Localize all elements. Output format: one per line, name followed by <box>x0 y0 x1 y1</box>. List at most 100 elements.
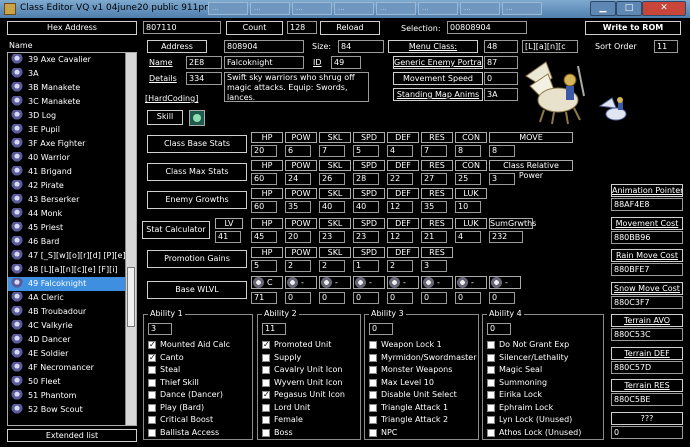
generic-portrait-input[interactable]: 87 <box>484 56 518 69</box>
checkbox[interactable] <box>369 403 377 412</box>
movement-speed-input[interactable]: 0 <box>484 72 518 85</box>
name-text-input[interactable]: Falcoknight <box>224 56 304 69</box>
stat-input[interactable]: 4 <box>387 145 413 157</box>
ability-checkbox[interactable]: Cavalry Unit Icon <box>262 364 342 376</box>
ghost-tab[interactable]: ... <box>292 2 332 15</box>
stat-input[interactable]: 35 <box>421 201 447 213</box>
ability-checkbox[interactable]: Mounted Aid Calc <box>148 339 230 351</box>
hardcoding-link[interactable]: [HardCoding] <box>145 92 198 105</box>
weapon-rank-input[interactable]: 0 <box>319 292 345 304</box>
list-item[interactable]: 3F Axe Fighter <box>8 137 136 151</box>
details-text[interactable]: Swift sky warriors who shrug off magic a… <box>224 72 369 102</box>
list-item[interactable]: 3E Pupil <box>8 123 136 137</box>
stat-input[interactable]: 23 <box>319 231 345 243</box>
weapon-rank-input[interactable]: 0 <box>421 292 447 304</box>
ability-checkbox[interactable]: Pegasus Unit Icon <box>262 389 345 401</box>
stat-input[interactable]: 2 <box>319 260 345 272</box>
ability-checkbox[interactable]: Max Level 10 <box>369 377 434 389</box>
checkbox[interactable] <box>262 366 270 374</box>
weapon-rank-input[interactable]: 0 <box>455 292 481 304</box>
checkbox[interactable] <box>369 341 377 349</box>
list-item[interactable]: 3C Manakete <box>8 95 136 109</box>
pointer-label[interactable]: Terrain AVO <box>611 314 683 327</box>
stat-input[interactable]: 20 <box>251 145 277 157</box>
list-item[interactable]: 46 Bard <box>8 235 136 249</box>
ability-checkbox[interactable]: Thief Skill <box>148 377 199 389</box>
standing-anims-input[interactable]: 3A <box>484 88 518 101</box>
ability-checkbox[interactable]: Dance (Dancer) <box>148 389 223 401</box>
weapon-rank-box[interactable]: - <box>455 276 487 289</box>
ability-checkbox[interactable]: Summoning <box>487 377 547 389</box>
list-item[interactable]: 3B Manakete <box>8 81 136 95</box>
ability-value-input[interactable]: 11 <box>262 323 286 335</box>
ability-checkbox[interactable]: Ballista Access <box>148 427 219 439</box>
weapon-rank-box[interactable]: - <box>387 276 419 289</box>
ghost-tab[interactable]: ... <box>334 2 374 15</box>
stat-input[interactable]: 12 <box>387 201 413 213</box>
checkbox[interactable] <box>369 391 377 399</box>
stat-input[interactable]: 40 <box>319 201 345 213</box>
ability-checkbox[interactable]: Promoted Unit <box>262 339 331 351</box>
ability-checkbox[interactable]: Play (Bard) <box>148 402 204 414</box>
list-item[interactable]: 4B Troubadour <box>8 305 136 319</box>
weapon-rank-input[interactable]: 71 <box>251 292 277 304</box>
stat-input[interactable]: 8 <box>489 145 515 157</box>
ability-checkbox[interactable]: Triangle Attack 1 <box>369 402 448 414</box>
ability-checkbox[interactable]: Disable Unit Select <box>369 389 457 401</box>
ability-checkbox[interactable]: Lyn Lock (Unused) <box>487 414 572 426</box>
skill-icon[interactable] <box>189 110 205 126</box>
list-item[interactable]: 47 [_S][w][o][r][d] [P][e] <box>8 249 136 263</box>
checkbox[interactable] <box>262 389 270 401</box>
skill-button[interactable]: Skill <box>147 110 183 125</box>
generic-portrait-link[interactable]: Generic Enemy Portrait <box>393 56 483 69</box>
stat-input[interactable]: 27 <box>421 173 447 185</box>
write-to-rom-button[interactable]: Write to ROM <box>585 21 681 35</box>
ability-checkbox[interactable]: Triangle Attack 2 <box>369 414 448 426</box>
pointer-label[interactable]: Terrain DEF <box>611 346 683 360</box>
checkbox[interactable] <box>369 353 377 362</box>
minimize-button[interactable]: ▁ <box>590 1 616 16</box>
weapon-rank-input[interactable]: 0 <box>489 292 515 304</box>
checkbox[interactable] <box>487 428 495 437</box>
stat-input[interactable]: 26 <box>319 173 345 185</box>
checkbox[interactable] <box>369 416 377 424</box>
checkbox[interactable] <box>487 353 495 362</box>
menu-class-input[interactable]: 48 <box>484 40 518 53</box>
details-link[interactable]: Details <box>149 72 177 85</box>
sort-order-input[interactable]: 11 <box>654 40 678 53</box>
checkbox[interactable] <box>148 352 156 364</box>
ability-value-input[interactable]: 0 <box>487 323 511 335</box>
pointer-label[interactable]: Terrain RES <box>611 379 683 392</box>
list-item[interactable]: 4F Necromancer <box>8 361 136 375</box>
details-hex-input[interactable]: 334 <box>186 72 222 85</box>
ghost-tab[interactable]: ... <box>418 2 458 15</box>
ability-checkbox[interactable]: Female <box>262 414 303 426</box>
ability-checkbox[interactable]: Silencer/Lethality <box>487 352 568 364</box>
stat-input[interactable]: 25 <box>455 173 481 185</box>
ability-checkbox[interactable]: Ephraim Lock <box>487 402 553 414</box>
scrollbar-thumb[interactable] <box>127 267 135 327</box>
weapon-rank-box[interactable]: - <box>489 276 521 289</box>
stat-input[interactable]: 20 <box>285 231 311 243</box>
list-item[interactable]: 3A <box>8 67 136 81</box>
pointer-input[interactable]: 880C3F7 <box>611 295 683 309</box>
list-item[interactable]: 4C Valkyrie <box>8 319 136 333</box>
checkbox[interactable] <box>262 353 270 362</box>
list-item[interactable]: 49 Falcoknight <box>8 277 136 291</box>
pointer-label[interactable]: Rain Move Cost <box>611 249 683 262</box>
checkbox[interactable] <box>487 341 495 349</box>
ghost-tab[interactable]: ... <box>208 2 248 15</box>
pointer-label[interactable]: Animation Pointer <box>611 184 683 197</box>
checkbox[interactable] <box>262 416 270 424</box>
stat-input[interactable]: 5 <box>251 260 277 272</box>
hex-address-button[interactable]: Hex Address <box>7 21 137 35</box>
pointer-input[interactable]: 880C57D <box>611 360 683 374</box>
stat-input[interactable]: 23 <box>353 231 379 243</box>
checkbox[interactable] <box>148 391 156 399</box>
list-item[interactable]: 50 Fleet <box>8 375 136 389</box>
checkbox[interactable] <box>262 339 270 351</box>
stat-input[interactable]: 60 <box>251 201 277 213</box>
ghost-tab[interactable]: ... <box>502 2 542 15</box>
checkbox[interactable] <box>148 403 156 412</box>
checkbox[interactable] <box>369 378 377 387</box>
